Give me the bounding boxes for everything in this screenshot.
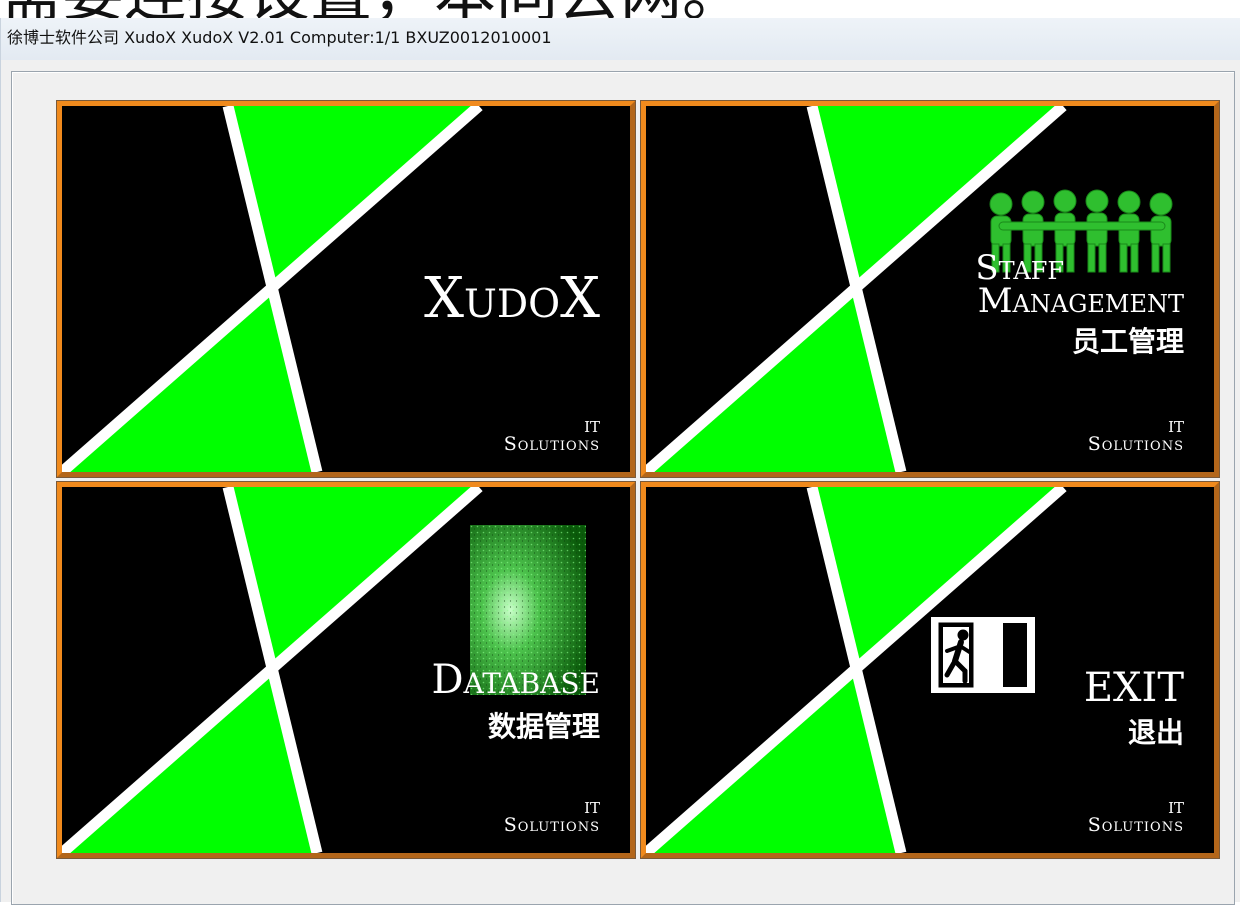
brand-solutions: Solutions: [1087, 814, 1184, 836]
menu-panel: XudoX IT Solutions Staff Management 员工管理…: [11, 71, 1235, 905]
it-solutions-label: IT Solutions: [1088, 801, 1184, 835]
it-solutions-label: IT Solutions: [1088, 420, 1184, 454]
tile-title: EXIT: [1083, 665, 1184, 711]
window-title: 徐博士软件公司 XudoX XudoX V2.01 Computer:1/1 B…: [7, 28, 552, 47]
brand-solutions: Solutions: [503, 433, 600, 455]
it-solutions-label: IT Solutions: [504, 801, 600, 835]
tile-title-cn: 退出: [1127, 716, 1184, 749]
tile-title: XudoX: [424, 266, 600, 331]
tile-title-line2: Management: [977, 281, 1184, 321]
tile-title-cn: 数据管理: [487, 710, 600, 743]
staff-management-tile-button[interactable]: Staff Management 员工管理 IT Solutions: [640, 100, 1220, 478]
tile-title-cn: 员工管理: [1071, 325, 1184, 358]
xudox-tile-button[interactable]: XudoX IT Solutions: [56, 100, 636, 478]
it-solutions-label: IT Solutions: [504, 420, 600, 454]
background-caption: 需要连接设置，本同去网。: [0, 0, 1240, 18]
database-tile-button[interactable]: Database 数据管理 IT Solutions: [56, 481, 636, 859]
exit-sign-icon: [931, 617, 1035, 693]
app-window: 徐博士软件公司 XudoX XudoX V2.01 Computer:1/1 B…: [0, 18, 1240, 905]
brand-solutions: Solutions: [1087, 433, 1184, 455]
brand-solutions: Solutions: [503, 814, 600, 836]
tile-title: Database: [431, 657, 600, 703]
title-bar[interactable]: 徐博士软件公司 XudoX XudoX V2.01 Computer:1/1 B…: [1, 18, 1240, 60]
exit-tile-button[interactable]: EXIT 退出 IT Solutions: [640, 481, 1220, 859]
